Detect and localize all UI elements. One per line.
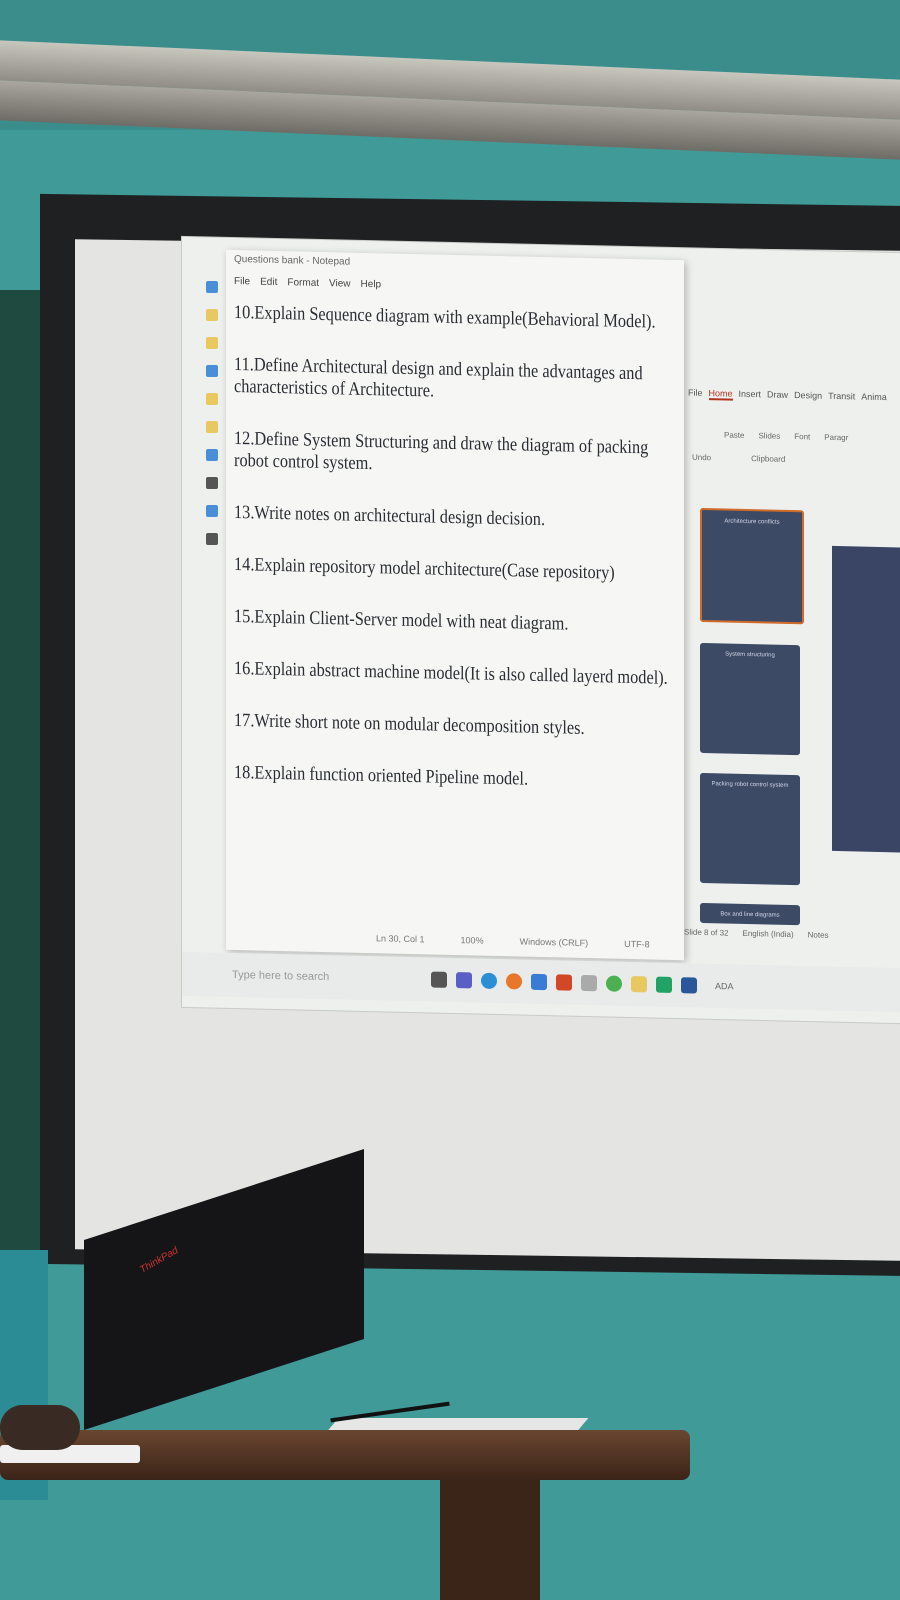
tab-file[interactable]: File	[688, 388, 703, 400]
tab-insert[interactable]: Insert	[739, 389, 762, 402]
ribbon-groups: Undo Clipboard	[684, 439, 900, 467]
powerpoint-icon[interactable]	[556, 974, 572, 991]
word-icon[interactable]	[681, 977, 697, 994]
drive-icon	[206, 533, 218, 545]
slide-thumbnail[interactable]: Packing robot control system	[700, 772, 800, 886]
text-area[interactable]: 10.Explain Sequence diagram with example…	[226, 292, 684, 794]
encoding: UTF-8	[624, 938, 650, 950]
teams-icon[interactable]	[456, 972, 472, 989]
paragraph-button[interactable]: Paragr	[824, 433, 848, 443]
folder-icon	[206, 337, 218, 349]
menu-help[interactable]: Help	[361, 279, 382, 295]
store-icon[interactable]	[531, 973, 547, 991]
slide-thumbnail[interactable]: Box and line diagrams	[700, 902, 800, 926]
tab-home[interactable]: Home	[708, 388, 733, 401]
tab-design[interactable]: Design	[794, 390, 822, 403]
hand	[0, 1405, 80, 1450]
question-11: 11.Define Architectural design and expla…	[234, 353, 643, 402]
question-18: 18.Explain function oriented Pipeline mo…	[234, 761, 529, 790]
folder-icon	[206, 309, 218, 321]
firefox-icon[interactable]	[506, 973, 522, 990]
taskbar-right-label: ADA	[715, 980, 734, 992]
cloud-icon	[206, 449, 218, 461]
desk-leg	[440, 1478, 540, 1600]
slide-counter: Slide 8 of 32	[684, 927, 729, 938]
folder-icon	[206, 365, 218, 377]
font-button[interactable]: Font	[794, 432, 810, 441]
notepad-icon[interactable]	[581, 974, 597, 992]
powerpoint-window: File Home Insert Draw Design Transit Ani…	[684, 328, 900, 953]
question-12: 12.Define System Structuring and draw th…	[234, 427, 649, 475]
question-13: 13.Write notes on architectural design d…	[234, 501, 546, 531]
menu-file[interactable]: File	[234, 276, 250, 292]
menu-format[interactable]: Format	[287, 277, 319, 294]
question-10: 10.Explain Sequence diagram with example…	[234, 301, 656, 333]
taskbar-search[interactable]: Type here to search	[232, 969, 422, 985]
slides-button[interactable]: Slides	[758, 431, 780, 440]
slide-thumbnail[interactable]: System structuring	[700, 642, 800, 756]
task-view-icon[interactable]	[431, 971, 447, 988]
folder-icon	[206, 421, 218, 433]
chrome-icon[interactable]	[606, 975, 622, 992]
edge-icon[interactable]	[481, 972, 497, 990]
folder-icon[interactable]	[631, 976, 647, 993]
question-15: 15.Explain Client-Server model with neat…	[234, 605, 569, 635]
drive-icon	[206, 477, 218, 489]
ppt-status-bar: Slide 8 of 32 English (India) Notes	[684, 928, 829, 940]
cloud-icon	[206, 505, 218, 517]
cursor-position: Ln 30, Col 1	[376, 933, 425, 945]
menu-view[interactable]: View	[329, 278, 351, 294]
notepad-window: Questions bank - Notepad File Edit Forma…	[226, 249, 684, 961]
line-ending: Windows (CRLF)	[519, 936, 589, 949]
slide-canvas[interactable]	[832, 545, 900, 853]
question-16: 16.Explain abstract machine model(It is …	[234, 657, 668, 689]
paste-button[interactable]: Paste	[724, 430, 744, 439]
zoom-level: 100%	[460, 935, 484, 946]
question-14: 14.Explain repository model architecture…	[234, 553, 615, 584]
excel-icon[interactable]	[656, 976, 672, 993]
file-explorer-sidebar	[192, 265, 226, 945]
folder-icon	[206, 393, 218, 405]
tab-draw[interactable]: Draw	[767, 389, 788, 401]
question-17: 17.Write short note on modular decomposi…	[234, 709, 585, 739]
notes-button[interactable]: Notes	[808, 930, 829, 939]
tab-transitions[interactable]: Transit	[828, 391, 855, 404]
group-clipboard: Clipboard	[751, 454, 786, 464]
folder-icon	[206, 281, 218, 293]
slide-thumbnail[interactable]: Architecture conflicts	[700, 507, 804, 625]
ribbon: Paste Slides Font Paragr	[684, 400, 900, 444]
tab-animations[interactable]: Anima	[861, 392, 887, 405]
group-undo: Undo	[692, 452, 712, 463]
menu-edit[interactable]: Edit	[260, 277, 277, 293]
language: English (India)	[742, 928, 794, 940]
